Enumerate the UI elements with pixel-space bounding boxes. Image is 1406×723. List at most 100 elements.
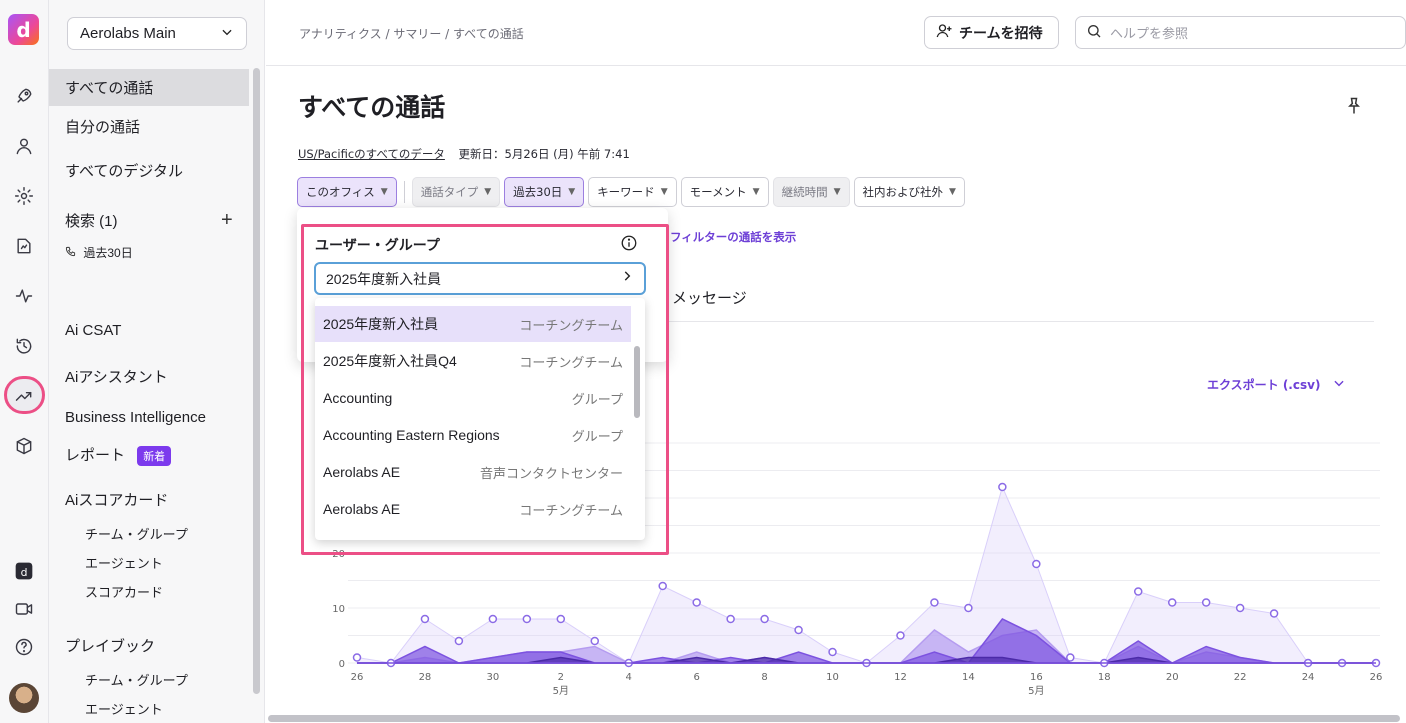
pin-icon[interactable] [1344, 96, 1364, 120]
chevron-down-icon: ▼ [568, 187, 576, 197]
filter-duration[interactable]: 継続時間 ▼ [772, 177, 850, 207]
focus-highlight-box [301, 224, 669, 555]
sidebar-item-scorecards[interactable]: スコアカード [49, 582, 249, 601]
data-point [488, 614, 498, 624]
history-icon[interactable] [12, 334, 36, 358]
export-csv-button[interactable]: エクスポート (.csv) [1207, 376, 1346, 393]
x-tick-label: 24 [1302, 672, 1315, 683]
data-point [998, 482, 1007, 492]
sidebar-item-business-intelligence[interactable]: Business Intelligence [49, 409, 249, 426]
horizontal-scrollbar[interactable] [268, 715, 1400, 722]
app-logo[interactable]: d [8, 14, 39, 45]
sidebar-item-scorecard-agents[interactable]: エージェント [49, 553, 249, 572]
activity-icon[interactable] [12, 284, 36, 308]
timezone-link[interactable]: US/Pacificのすべてのデータ [298, 147, 445, 161]
reports-label: レポート [65, 447, 126, 464]
sidebar-item-all-calls[interactable]: すべての通話 [49, 69, 249, 106]
workspace-select[interactable]: Aerolabs Main [67, 17, 247, 50]
app-rail: d d [0, 0, 49, 723]
x-tick-label: 12 [894, 672, 907, 683]
breadcrumb: アナリティクス / サマリー / すべての通話 [299, 27, 524, 41]
trending-up-icon[interactable] [12, 384, 36, 408]
data-point [590, 636, 600, 646]
chevron-down-icon: ▼ [752, 187, 760, 197]
help-search-input[interactable]: ヘルプを参照 [1075, 16, 1406, 49]
help-icon[interactable] [12, 635, 36, 659]
book-icon[interactable] [12, 234, 36, 258]
chevron-down-icon: ▼ [484, 187, 492, 197]
x-tick-label: 22 [1234, 672, 1247, 683]
x-tick-label: 4 [626, 672, 632, 683]
sidebar-item-scorecard-teams[interactable]: チーム・グループ [49, 524, 249, 543]
x-tick-label: 26 [351, 672, 364, 683]
sidebar-item-playbook-agents[interactable]: エージェント [49, 699, 249, 718]
filter-call-type[interactable]: 通話タイプ ▼ [411, 177, 501, 207]
sidebar-item-saved-search[interactable]: 過去30日 [49, 244, 249, 261]
workspace-name: Aerolabs Main [80, 25, 176, 42]
svg-text:d: d [21, 566, 28, 579]
x-tick-label: 14 [962, 672, 975, 683]
dialpad-app-icon[interactable]: d [12, 559, 36, 583]
filter-keyword[interactable]: キーワード ▼ [588, 177, 677, 207]
video-icon[interactable] [12, 597, 36, 621]
sidebar-item-ai-assistant[interactable]: Aiアシスタント [49, 366, 249, 387]
sidebar-item-my-calls[interactable]: 自分の通話 [49, 116, 249, 137]
add-user-icon [935, 22, 953, 44]
x-tick-label: 20 [1166, 672, 1179, 683]
x-tick-label: 26 [1370, 672, 1383, 683]
saved-search-label: 過去30日 [83, 246, 133, 260]
cube-icon[interactable] [12, 434, 36, 458]
y-tick-label: 0 [339, 659, 345, 670]
data-point [692, 598, 701, 607]
show-filtered-calls-link[interactable]: フィルターの通話を表示 [670, 229, 796, 245]
sidebar-item-playbook[interactable]: プレイブック [49, 635, 249, 656]
chevron-down-icon: ▼ [380, 187, 388, 197]
filter-bar: このオフィス ▼ 通話タイプ ▼ 過去30日 ▼ キーワード ▼ モーメント ▼ 継続時間… [297, 177, 965, 207]
chevron-down-icon: ▼ [833, 187, 841, 197]
data-point [1201, 598, 1211, 607]
x-tick-label: 30 [486, 672, 499, 683]
sidebar-item-playbook-teams[interactable]: チーム・グループ [49, 670, 249, 689]
filter-internal-external[interactable]: 社内および社外 ▼ [853, 177, 965, 207]
rocket-icon[interactable] [12, 84, 36, 108]
sidebar-item-ai-scorecard[interactable]: Aiスコアカード [49, 489, 249, 510]
invite-team-button[interactable]: チームを招待 [924, 16, 1059, 49]
data-point [1269, 609, 1279, 618]
export-label: エクスポート (.csv) [1207, 378, 1321, 392]
updated-date: 更新日：5月26日 (月) 午前 7:41 [458, 147, 630, 161]
avatar[interactable] [9, 683, 39, 713]
x-tick-label: 6 [693, 672, 699, 683]
gear-icon[interactable] [12, 184, 36, 208]
data-point [828, 647, 837, 657]
search-icon [1086, 23, 1102, 43]
sidebar-item-reports[interactable]: レポート 新着 [49, 444, 249, 467]
x-tick-label: 28 [419, 672, 432, 683]
sidebar-item-ai-csat[interactable]: Ai CSAT [49, 322, 249, 339]
x-month-label: 5月 [1028, 685, 1044, 697]
chevron-down-icon [1332, 376, 1346, 393]
tab-divider [668, 321, 1374, 322]
tab-messages[interactable]: メッセージ [672, 287, 747, 308]
top-bar: アナリティクス / サマリー / すべての通話 チームを招待 ヘルプを参照 [266, 0, 1406, 66]
add-search-button[interactable]: + [221, 209, 233, 232]
filter-office[interactable]: このオフィス ▼ [297, 177, 397, 207]
data-point [964, 603, 973, 613]
x-tick-label: 16 [1030, 672, 1043, 683]
phone-icon [65, 246, 79, 260]
data-point [1235, 603, 1245, 613]
filter-date-range[interactable]: 過去30日 ▼ [504, 177, 585, 207]
data-point [930, 598, 939, 607]
filter-moment[interactable]: モーメント ▼ [680, 177, 769, 207]
chevron-down-icon: ▼ [660, 187, 668, 197]
data-point [658, 581, 667, 591]
user-icon[interactable] [12, 134, 36, 158]
data-point [1133, 587, 1143, 596]
help-search-placeholder: ヘルプを参照 [1110, 27, 1189, 42]
data-point [1032, 559, 1041, 569]
sidebar-item-all-digital[interactable]: すべてのデジタル [49, 160, 249, 181]
sidebar-item-search[interactable]: 検索 (1) [49, 210, 249, 231]
x-month-label: 5月 [553, 685, 569, 697]
invite-label: チームを招待 [959, 25, 1043, 42]
sidebar-scrollbar[interactable] [253, 68, 260, 694]
new-badge: 新着 [137, 446, 172, 467]
